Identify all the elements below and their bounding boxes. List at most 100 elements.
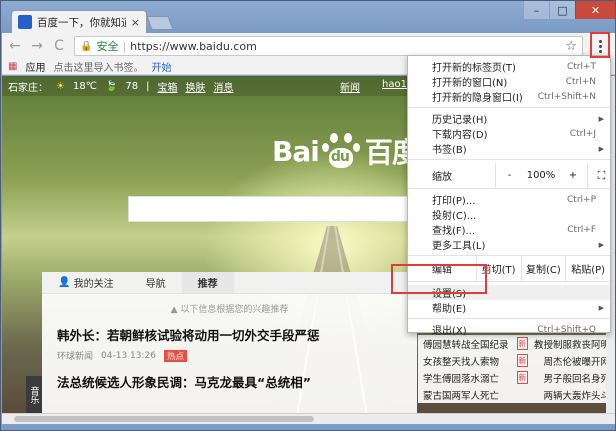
treasure-link[interactable]: 宝箱 xyxy=(158,79,178,94)
news-source: 环球新闻 xyxy=(57,352,94,362)
baidu-favicon-icon: 🐾 xyxy=(18,15,32,29)
menu-divider xyxy=(408,318,610,319)
search-input[interactable] xyxy=(128,196,418,222)
baidu-logo: Bai du 百度 xyxy=(272,131,420,171)
news-title[interactable]: 法总统候选人形象民调：马克龙最具“总统相” xyxy=(57,372,402,391)
tab-close-icon[interactable]: × xyxy=(131,16,140,29)
apps-grid-icon[interactable]: ▦ xyxy=(8,61,17,72)
feed-panel: 👤 我的关注 导航 推荐 ▲ 以下信息根据您的兴趣推荐 韩外长：若朝鲜核试验将动… xyxy=(42,272,417,413)
maximize-button[interactable]: □ xyxy=(549,1,575,19)
zoom-out-button[interactable]: - xyxy=(495,163,523,188)
hot-item[interactable]: 女孩整天找人索物 xyxy=(423,354,499,368)
submenu-arrow-icon: ▶ xyxy=(598,144,604,153)
scrollbar-thumb[interactable] xyxy=(14,416,314,422)
feed-hint: ▲ 以下信息根据您的兴趣推荐 xyxy=(170,305,289,315)
copy-button[interactable]: 复制(C) xyxy=(520,256,566,281)
menu-shortcut: Ctrl+J xyxy=(569,128,596,139)
hot-item[interactable]: 学生傅园落水溺亡 xyxy=(423,371,499,385)
skin-link[interactable]: 换肤 xyxy=(186,79,206,94)
menu-item-label: 查找(F)... xyxy=(432,226,476,237)
news-time: 04-13 13:26 xyxy=(101,350,156,361)
hot-item[interactable]: 傅园慧转战全国纪录 xyxy=(423,337,509,351)
menu-item-label: 书签(B) xyxy=(432,145,467,156)
hot-item[interactable]: 教授制服救丧阿明 xyxy=(534,337,610,351)
list-item[interactable]: 傅园慧转战全国纪录新教授制服救丧阿明 xyxy=(418,335,615,352)
new-badge: 新 xyxy=(516,371,528,384)
zoom-controls: - 100% + ⛶ xyxy=(495,163,615,188)
url-text[interactable]: https://www.baidu.com xyxy=(130,40,561,53)
menu-item-bookmarks[interactable]: 书签(B) ▶ xyxy=(408,141,610,157)
news-link[interactable]: 新闻 xyxy=(340,79,360,94)
new-badge: 新 xyxy=(516,337,528,350)
start-link[interactable]: 开始 xyxy=(151,59,171,74)
back-arrow-icon[interactable]: ← xyxy=(8,38,22,54)
horizontal-scrollbar[interactable] xyxy=(2,413,615,424)
menu-item-cast[interactable]: 投射(C)... xyxy=(408,207,610,222)
tab-label: 导航 xyxy=(145,279,166,290)
hot-badge: 热点 xyxy=(163,349,187,362)
menu-item-exit[interactable]: 退出(X) Ctrl+Shift+Q xyxy=(408,322,610,338)
menu-shortcut: Ctrl+Shift+N xyxy=(537,91,596,102)
tab-recommend[interactable]: 推荐 xyxy=(181,272,234,293)
hot-item[interactable]: 蒙古国两军人死亡 xyxy=(423,388,499,402)
menu-item-print[interactable]: 打印(P)... Ctrl+P xyxy=(408,192,610,208)
menu-shortcut: Ctrl+T xyxy=(566,61,596,72)
hot-item[interactable]: 周杰伦被曝开网 xyxy=(543,354,610,368)
menu-item-new-window[interactable]: 打开新的窗口(N) Ctrl+N xyxy=(408,74,610,90)
menu-item-label: 打开新的标签页(T) xyxy=(432,63,516,74)
menu-divider xyxy=(408,188,610,189)
window-close-button[interactable]: ✕ xyxy=(575,1,615,19)
menu-shortcut: Ctrl+Shift+Q xyxy=(537,324,596,335)
window-controls: – □ ✕ xyxy=(523,1,615,19)
address-bar[interactable]: 🔒 安全 | https://www.baidu.com ☆ xyxy=(74,36,583,56)
minimize-button[interactable]: – xyxy=(523,1,549,19)
paste-button[interactable]: 粘贴(P) xyxy=(565,256,610,281)
forward-arrow-icon[interactable]: → xyxy=(30,38,44,54)
message-link[interactable]: 消息 xyxy=(214,79,234,94)
hot-item[interactable]: 男子般回名身死 xyxy=(543,371,610,385)
list-item[interactable]: 学生傅园落水溺亡 新 男子般回名身死 xyxy=(418,369,615,386)
lock-icon: 🔒 xyxy=(80,40,93,52)
menu-item-incognito[interactable]: 打开新的隐身窗口(I) Ctrl+Shift+N xyxy=(408,89,610,105)
menu-shortcut: Ctrl+F xyxy=(567,224,596,235)
tab-baidu[interactable]: 🐾 百度一下，你就知道 × xyxy=(11,10,147,33)
zoom-label: 缩放 xyxy=(432,172,452,183)
menu-item-label: 投射(C)... xyxy=(432,211,477,222)
tab-label: 推荐 xyxy=(197,279,218,290)
menu-item-new-tab[interactable]: 打开新的标签页(T) Ctrl+T xyxy=(408,59,610,75)
news-item[interactable]: 韩外长：若朝鲜核试验将动用一切外交手段严惩 环球新闻 04-13 13:26 热… xyxy=(42,325,417,362)
new-tab-button[interactable] xyxy=(146,16,174,30)
bookmark-star-icon[interactable]: ☆ xyxy=(565,39,577,54)
menu-item-find[interactable]: 查找(F)... Ctrl+F xyxy=(408,222,610,238)
menu-item-downloads[interactable]: 下载内容(D) Ctrl+J xyxy=(408,126,610,142)
menu-item-label: 打开新的隐身窗口(I) xyxy=(432,93,523,104)
reload-icon[interactable]: C xyxy=(52,38,66,54)
menu-item-label: 帮助(E) xyxy=(432,304,467,315)
zoom-in-button[interactable]: + xyxy=(559,163,587,188)
leaf-icon: 🍃 xyxy=(104,80,118,92)
temperature: 18℃ xyxy=(72,80,97,92)
menu-item-more-tools[interactable]: 更多工具(L) ▶ xyxy=(408,237,610,253)
menu-item-help[interactable]: 帮助(E) ▶ xyxy=(408,300,610,316)
tab-my-follow[interactable]: 👤 我的关注 xyxy=(42,272,130,293)
music-side-tab[interactable]: 音乐 xyxy=(26,376,42,413)
logo-paw-text: du xyxy=(330,149,350,165)
menu-button-highlight xyxy=(590,32,610,58)
menu-shortcut: Ctrl+P xyxy=(567,194,596,205)
news-meta: 环球新闻 04-13 13:26 热点 xyxy=(57,349,402,362)
menu-divider xyxy=(408,159,610,160)
news-item[interactable]: 法总统候选人形象民调：马克龙最具“总统相” xyxy=(42,372,417,391)
secure-label: 安全 xyxy=(96,40,119,53)
list-item[interactable]: 女孩整天找人索物 新 周杰伦被曝开网 xyxy=(418,352,615,369)
apps-link[interactable]: 应用 xyxy=(25,59,45,74)
tab-label: 我的关注 xyxy=(73,279,114,290)
settings-highlight xyxy=(391,264,487,294)
hot-item[interactable]: 两辆大轰炸头斗 xyxy=(543,388,610,402)
paw-icon: du xyxy=(321,131,362,171)
news-title[interactable]: 韩外长：若朝鲜核试验将动用一切外交手段严惩 xyxy=(57,325,402,344)
import-bookmarks-hint: 点击这里导入书签。 xyxy=(53,63,144,74)
list-item[interactable]: 蒙古国两军人死亡 两辆大轰炸头斗 xyxy=(418,386,615,403)
menu-item-history[interactable]: 历史记录(H) ▶ xyxy=(408,111,610,127)
fullscreen-icon[interactable]: ⛶ xyxy=(587,163,615,188)
tab-navigation[interactable]: 导航 xyxy=(130,272,182,293)
